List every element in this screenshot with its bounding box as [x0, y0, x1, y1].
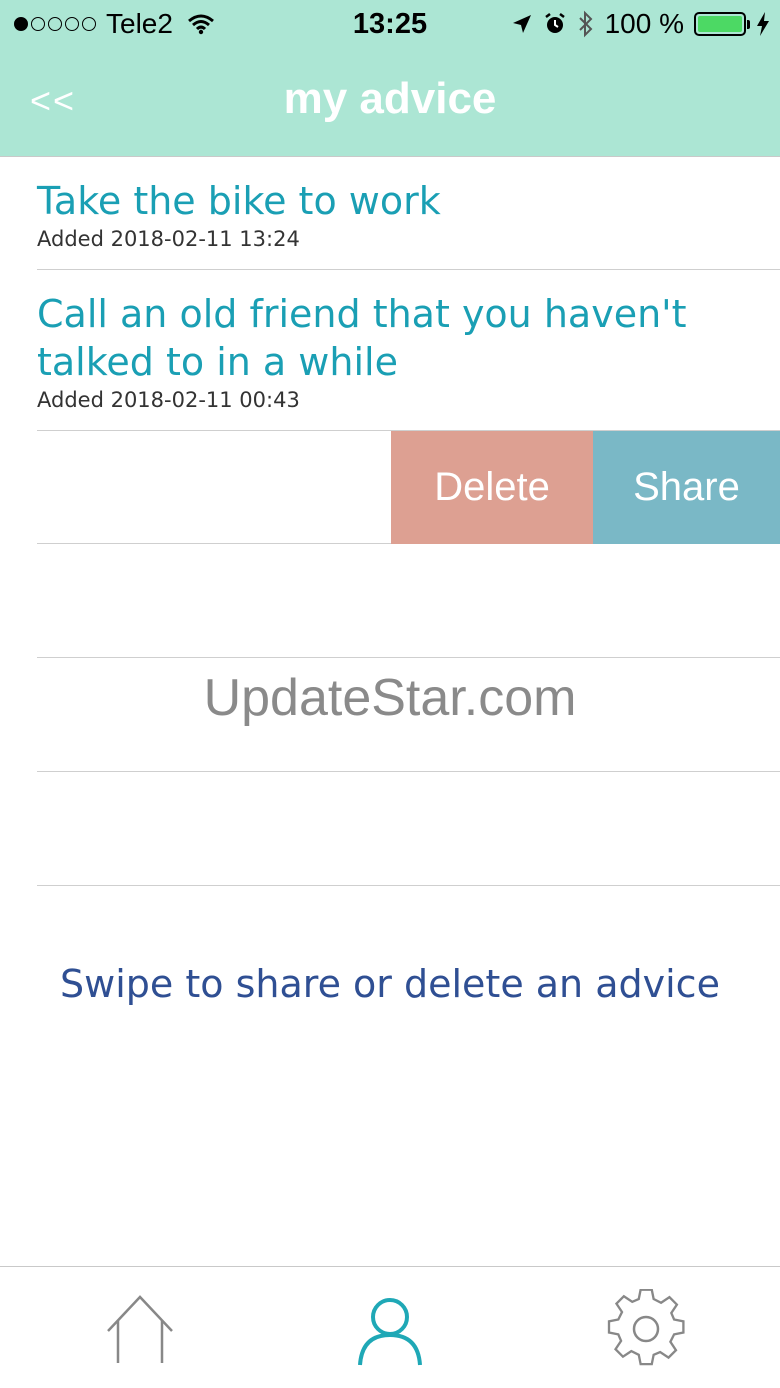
- charging-bolt-icon: [757, 12, 769, 36]
- list-item[interactable]: Call an old friend that you haven't talk…: [37, 270, 780, 431]
- empty-row: [37, 544, 780, 658]
- advice-date: Added 2018-02-11 00:43: [37, 388, 300, 412]
- empty-row: [37, 772, 780, 886]
- advice-list: Take the bike to work Added 2018-02-11 1…: [0, 157, 780, 886]
- page-title: my advice: [283, 74, 497, 123]
- battery-icon: [694, 12, 750, 36]
- battery-percent: 100 %: [604, 8, 684, 39]
- advice-title: Take the bike to work: [37, 179, 441, 223]
- list-item[interactable]: Take the bike to work Added 2018-02-11 1…: [37, 157, 780, 270]
- tab-home[interactable]: [100, 1289, 180, 1369]
- location-arrow-icon: [512, 15, 531, 33]
- bluetooth-icon: [578, 10, 593, 38]
- watermark: UpdateStar.com: [203, 669, 577, 727]
- tab-settings[interactable]: [606, 1288, 686, 1369]
- alarm-icon: [544, 13, 565, 33]
- home-icon: [107, 1295, 173, 1363]
- advice-date: Added 2018-02-11 13:24: [37, 227, 300, 251]
- share-button[interactable]: Share: [593, 431, 780, 544]
- advice-title: Call an old friend that you haven't talk…: [37, 292, 687, 384]
- swipe-hint: Swipe to share or delete an advice: [60, 962, 720, 1006]
- header: Tele2 13:25 100 % << my advice: [0, 0, 780, 157]
- tab-profile[interactable]: [350, 1289, 430, 1369]
- status-bar: Tele2 13:25 100 %: [0, 0, 780, 50]
- profile-icon: [358, 1298, 422, 1366]
- delete-button[interactable]: Delete: [391, 431, 593, 544]
- swipe-actions: Delete Share: [391, 431, 780, 544]
- swiped-row[interactable]: Delete Share: [37, 431, 780, 544]
- tab-bar: [0, 1266, 780, 1388]
- settings-icon: [607, 1288, 685, 1366]
